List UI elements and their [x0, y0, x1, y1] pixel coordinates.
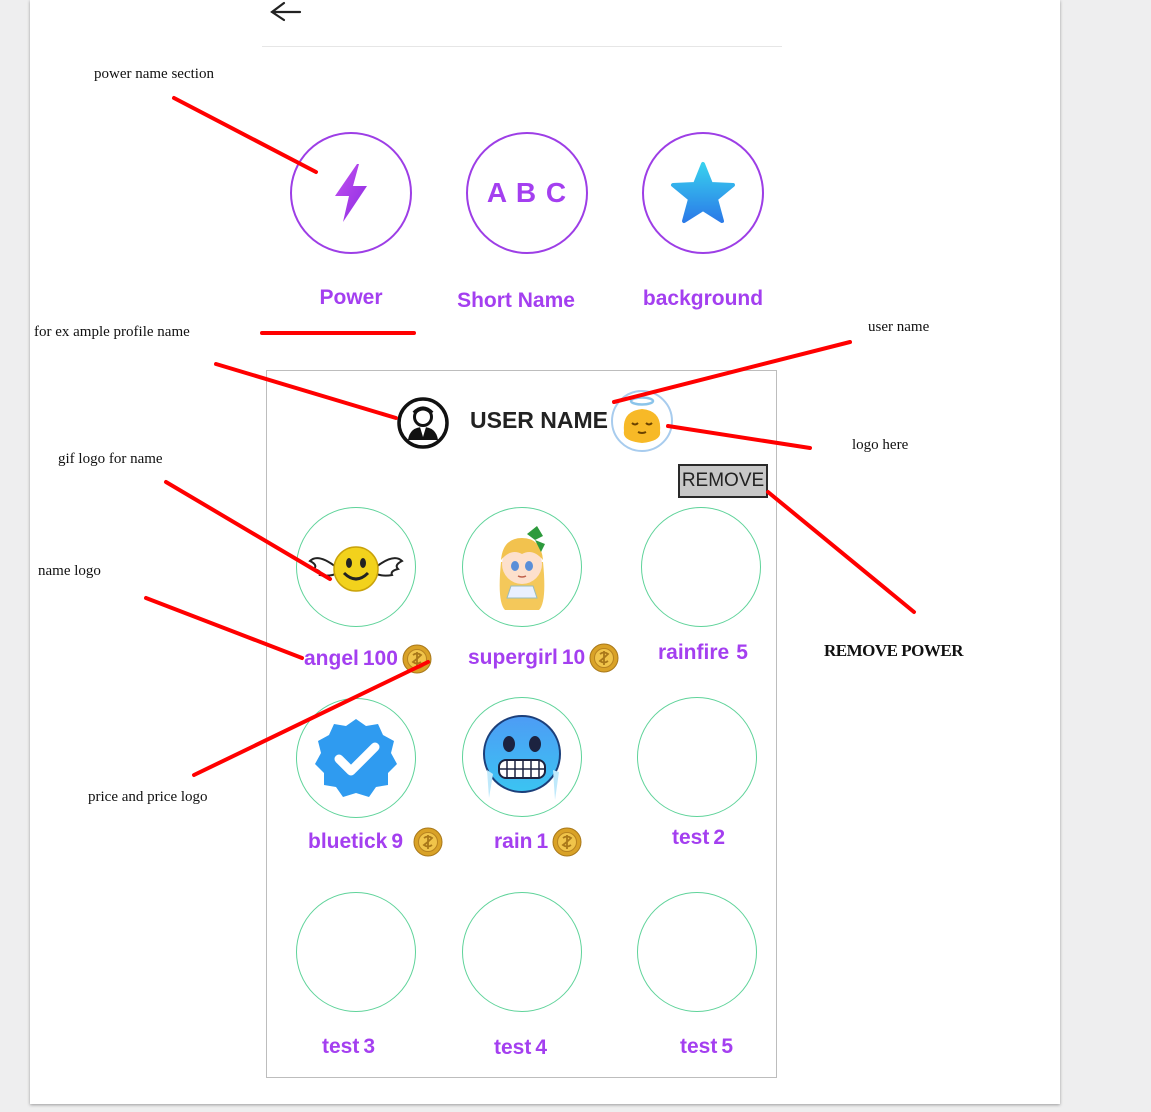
tab-background-label[interactable]: background — [625, 287, 781, 311]
power-item-rainfire[interactable] — [641, 507, 761, 627]
power-name: rain — [494, 830, 533, 853]
power-name: rainfire — [658, 641, 730, 664]
power-price: 10 — [561, 646, 586, 669]
power-label-angel: angel 100 — [304, 644, 432, 674]
profile-user-name: USER NAME — [470, 407, 609, 433]
power-label-supergirl: supergirl 10 — [468, 643, 619, 673]
power-price: 100 — [362, 647, 398, 670]
back-arrow-icon[interactable] — [264, 0, 304, 30]
power-label-test-3: test 3 — [322, 1035, 375, 1059]
power-name: test — [672, 826, 710, 849]
angel-emoji-icon — [611, 390, 673, 452]
power-item-test-5[interactable] — [637, 892, 757, 1012]
power-label-bluetick: bluetick 9 — [308, 827, 443, 857]
annotation-power-name-section: power name section — [94, 66, 214, 82]
annotation-price-logo: price and price logo — [88, 789, 208, 805]
coin-icon — [589, 643, 619, 673]
power-price: 5 — [721, 1035, 734, 1058]
power-price: 4 — [535, 1036, 548, 1059]
power-name: angel — [304, 647, 359, 670]
power-label-rain: rain 1 — [494, 827, 582, 857]
coin-icon — [552, 827, 582, 857]
power-name: bluetick — [308, 830, 388, 853]
power-item-bluetick[interactable] — [296, 698, 416, 818]
annotation-user-name: user name — [868, 319, 930, 335]
tab-short-name-button[interactable]: A B C — [466, 132, 588, 254]
power-label-test-5: test 5 — [680, 1035, 733, 1059]
annotation-name-logo: name logo — [38, 563, 101, 579]
tab-short-name-label[interactable]: Short Name — [436, 289, 596, 313]
star-icon — [671, 162, 735, 223]
power-item-test-2[interactable] — [637, 697, 757, 817]
tab-power-button[interactable] — [290, 132, 412, 254]
power-name: test — [494, 1036, 532, 1059]
tab-background-button[interactable] — [642, 132, 764, 254]
coin-icon — [402, 644, 432, 674]
power-price: 9 — [391, 830, 404, 853]
winged-smiley-icon — [308, 546, 404, 592]
power-item-test-4[interactable] — [462, 892, 582, 1012]
power-name: test — [322, 1035, 360, 1058]
power-item-supergirl[interactable] — [462, 507, 582, 627]
header-divider — [262, 46, 782, 47]
power-item-test-3[interactable] — [296, 892, 416, 1012]
power-price: 1 — [536, 830, 549, 853]
power-price: 3 — [363, 1035, 376, 1058]
lightning-icon — [335, 164, 367, 222]
anime-girl-icon — [499, 526, 545, 610]
power-price: 5 — [736, 641, 748, 664]
coin-icon — [413, 827, 443, 857]
annotation-gif-logo: gif logo for name — [58, 451, 163, 467]
power-label-test-2: test 2 — [672, 826, 725, 850]
tab-power-label[interactable]: Power — [290, 286, 412, 310]
annotation-profile-name: for ex ample profile name — [34, 324, 190, 340]
abc-text-icon: A B C — [486, 177, 568, 208]
annotation-remove-power: REMOVE POWER — [824, 641, 963, 660]
power-item-angel[interactable] — [296, 507, 416, 627]
annotation-logo-here: logo here — [852, 437, 909, 453]
power-label-test-4: test 4 — [494, 1036, 547, 1060]
verified-badge-icon — [315, 719, 397, 797]
user-avatar-icon — [397, 397, 449, 449]
power-item-rain[interactable] — [462, 697, 582, 817]
remove-power-button[interactable]: REMOVE — [678, 464, 768, 498]
power-name: test — [680, 1035, 718, 1058]
power-price: 2 — [713, 826, 726, 849]
power-name: supergirl — [468, 646, 558, 669]
power-label-rainfire: rainfire 5 — [658, 641, 748, 665]
freezing-face-icon — [483, 715, 561, 800]
